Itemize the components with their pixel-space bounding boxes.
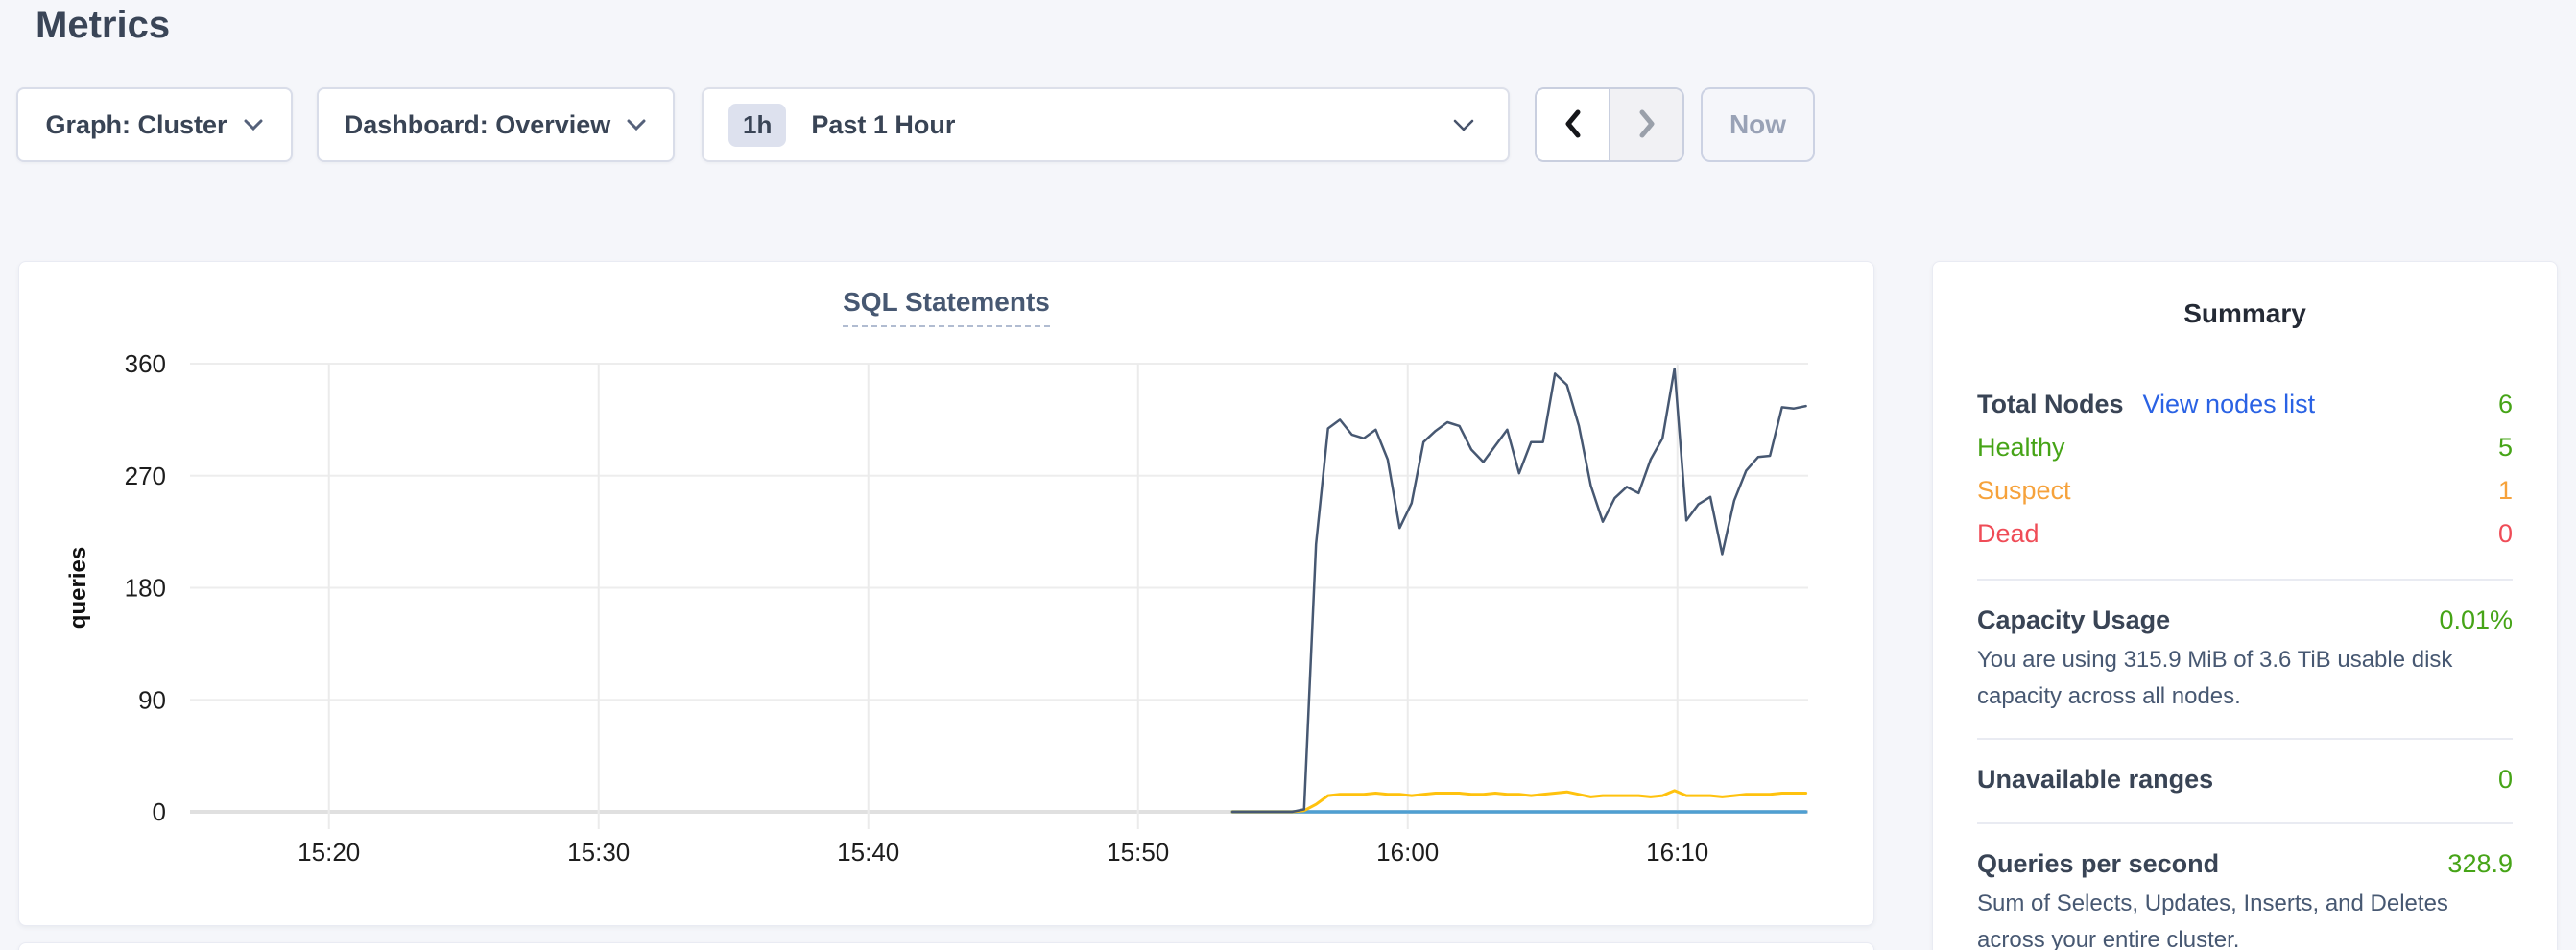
y-tick-label: 270 xyxy=(125,462,166,490)
graph-dropdown[interactable]: Graph: Cluster xyxy=(16,87,293,162)
chevron-down-icon xyxy=(626,118,647,131)
summary-panel: Summary Total Nodes View nodes list 6 He… xyxy=(1932,261,2558,950)
summary-heading: Summary xyxy=(1977,298,2513,329)
capacity-usage-label: Capacity Usage xyxy=(1977,606,2170,635)
dashboard-dropdown[interactable]: Dashboard: Overview xyxy=(317,87,675,162)
healthy-label: Healthy xyxy=(1977,433,2065,463)
chevron-down-icon xyxy=(1452,118,1475,132)
unavailable-ranges-row: Unavailable ranges 0 xyxy=(1977,759,2513,799)
capacity-usage-row: Capacity Usage 0.01% xyxy=(1977,600,2513,640)
capacity-usage-description: You are using 315.9 MiB of 3.6 TiB usabl… xyxy=(1977,642,2513,715)
prev-time-button[interactable] xyxy=(1537,89,1609,160)
sql-statements-chart-card: SQL Statements 09018027036015:2015:3015:… xyxy=(18,261,1874,926)
time-range-badge: 1h xyxy=(728,104,786,147)
yellow-series-line xyxy=(1232,791,1806,812)
divider xyxy=(1977,738,2513,740)
divider xyxy=(1977,822,2513,824)
page-title: Metrics xyxy=(36,4,170,47)
x-tick-label: 16:00 xyxy=(1376,838,1439,867)
view-nodes-list-link[interactable]: View nodes list xyxy=(2143,390,2316,419)
x-tick-label: 15:20 xyxy=(298,838,360,867)
total-nodes-label: Total Nodes xyxy=(1977,390,2124,419)
y-axis-label: queries xyxy=(65,547,91,629)
chevron-down-icon xyxy=(243,118,264,131)
now-button[interactable]: Now xyxy=(1701,87,1815,162)
total-nodes-row: Total Nodes View nodes list 6 xyxy=(1977,383,2513,426)
suspect-label: Suspect xyxy=(1977,476,2071,506)
graph-dropdown-label: Graph: Cluster xyxy=(45,110,227,140)
x-tick-label: 15:40 xyxy=(837,838,899,867)
time-step-buttons xyxy=(1535,87,1684,162)
x-tick-label: 16:10 xyxy=(1646,838,1708,867)
unavailable-ranges-label: Unavailable ranges xyxy=(1977,765,2213,795)
navy-series-line xyxy=(1232,368,1806,812)
y-tick-label: 0 xyxy=(153,797,166,826)
unavailable-ranges-value: 0 xyxy=(2498,765,2513,795)
divider xyxy=(1977,579,2513,581)
dead-label: Dead xyxy=(1977,519,2039,549)
total-nodes-value: 6 xyxy=(2498,390,2513,419)
next-chart-card xyxy=(18,942,1874,950)
y-tick-label: 90 xyxy=(138,685,166,714)
chevron-right-icon xyxy=(1634,107,1660,144)
time-range-selector[interactable]: 1h Past 1 Hour xyxy=(702,87,1510,162)
healthy-row: Healthy 5 xyxy=(1977,426,2513,469)
sql-statements-chart: 0 90 180 270 360 15:20 15:30 15:40 15:50 16:00 16:… xyxy=(19,262,1875,927)
dead-row: Dead 0 xyxy=(1977,512,2513,556)
chevron-left-icon xyxy=(1560,107,1586,144)
healthy-value: 5 xyxy=(2498,433,2513,463)
dashboard-dropdown-label: Dashboard: Overview xyxy=(345,110,611,140)
queries-per-second-value: 328.9 xyxy=(2447,849,2513,879)
time-range-label: Past 1 Hour xyxy=(811,110,955,140)
x-tick-label: 15:50 xyxy=(1107,838,1169,867)
metrics-page: { "page": { "title": "Metrics" }, "toolb… xyxy=(0,0,2576,950)
suspect-value: 1 xyxy=(2498,476,2513,506)
queries-per-second-description: Sum of Selects, Updates, Inserts, and De… xyxy=(1977,886,2513,950)
x-tick-label: 15:30 xyxy=(567,838,630,867)
y-tick-label: 180 xyxy=(125,574,166,603)
capacity-usage-value: 0.01% xyxy=(2439,606,2513,635)
dead-value: 0 xyxy=(2498,519,2513,549)
suspect-row: Suspect 1 xyxy=(1977,469,2513,512)
queries-per-second-label: Queries per second xyxy=(1977,849,2219,879)
y-tick-label: 360 xyxy=(125,349,166,378)
node-status-rows: Total Nodes View nodes list 6 Healthy 5 … xyxy=(1977,383,2513,556)
next-time-button[interactable] xyxy=(1609,89,1682,160)
queries-per-second-row: Queries per second 328.9 xyxy=(1977,843,2513,884)
